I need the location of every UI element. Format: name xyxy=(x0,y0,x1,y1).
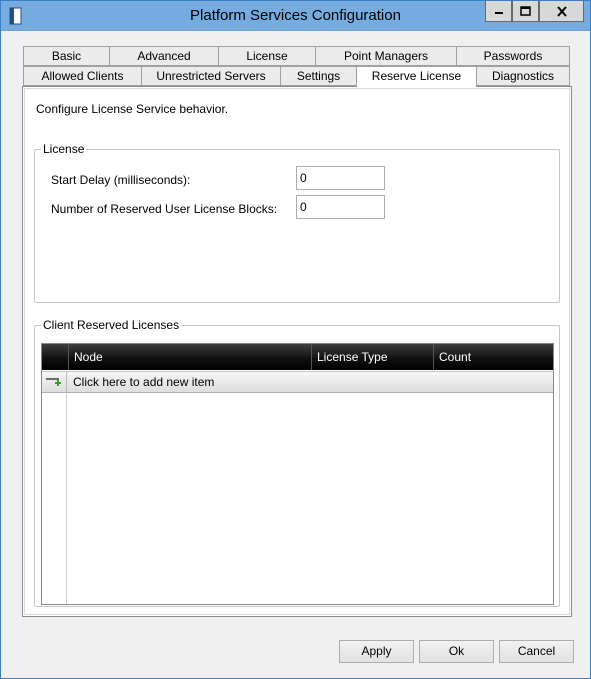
ok-button[interactable]: Ok xyxy=(419,640,494,663)
title-bar[interactable]: Platform Services Configuration xyxy=(1,1,590,31)
grid-header: Node License Type Count xyxy=(42,344,553,370)
apply-button[interactable]: Apply xyxy=(339,640,414,663)
client-reserved-group: Client Reserved Licenses Node License Ty… xyxy=(34,318,560,607)
add-new-row[interactable]: Click here to add new item xyxy=(42,371,553,393)
close-button[interactable] xyxy=(539,1,584,22)
tab-license[interactable]: License xyxy=(218,46,316,66)
grid-corner xyxy=(42,344,68,370)
add-row-icon xyxy=(46,378,61,386)
main-window: Platform Services Configuration Basic Ad… xyxy=(0,0,591,679)
license-group: License Start Delay (milliseconds): 0 Nu… xyxy=(34,142,560,303)
client-licenses-grid[interactable]: Node License Type Count Click here to ad… xyxy=(41,343,554,605)
start-delay-input[interactable]: 0 xyxy=(296,166,385,190)
tab-advanced[interactable]: Advanced xyxy=(109,46,219,66)
close-icon xyxy=(556,5,567,17)
license-group-label: License xyxy=(41,142,87,156)
tab-point-managers[interactable]: Point Managers xyxy=(315,46,457,66)
reserved-blocks-label: Number of Reserved User License Blocks: xyxy=(51,202,278,216)
tab-reserve-license[interactable]: Reserve License xyxy=(356,66,477,87)
client-reserved-group-label: Client Reserved Licenses xyxy=(41,318,182,332)
minimize-button[interactable] xyxy=(485,1,512,22)
minimize-icon xyxy=(494,12,503,14)
tab-settings[interactable]: Settings xyxy=(280,66,357,86)
tab-allowed-clients[interactable]: Allowed Clients xyxy=(23,66,142,86)
reserve-license-panel: Configure License Service behavior. Lice… xyxy=(22,86,572,617)
start-delay-label: Start Delay (milliseconds): xyxy=(51,173,191,187)
column-header-license-type[interactable]: License Type xyxy=(311,344,433,370)
reserved-blocks-input[interactable]: 0 xyxy=(296,195,385,219)
maximize-icon xyxy=(520,6,531,16)
column-header-node[interactable]: Node xyxy=(68,344,311,370)
maximize-button[interactable] xyxy=(512,1,539,22)
panel-description: Configure License Service behavior. xyxy=(36,102,229,116)
add-row-label: Click here to add new item xyxy=(73,375,215,389)
tab-basic[interactable]: Basic xyxy=(23,46,110,66)
cancel-button[interactable]: Cancel xyxy=(499,640,574,663)
tab-diagnostics[interactable]: Diagnostics xyxy=(476,66,570,86)
column-header-count[interactable]: Count xyxy=(433,344,553,370)
tab-passwords[interactable]: Passwords xyxy=(456,46,570,66)
tab-unrestricted-servers[interactable]: Unrestricted Servers xyxy=(141,66,281,86)
